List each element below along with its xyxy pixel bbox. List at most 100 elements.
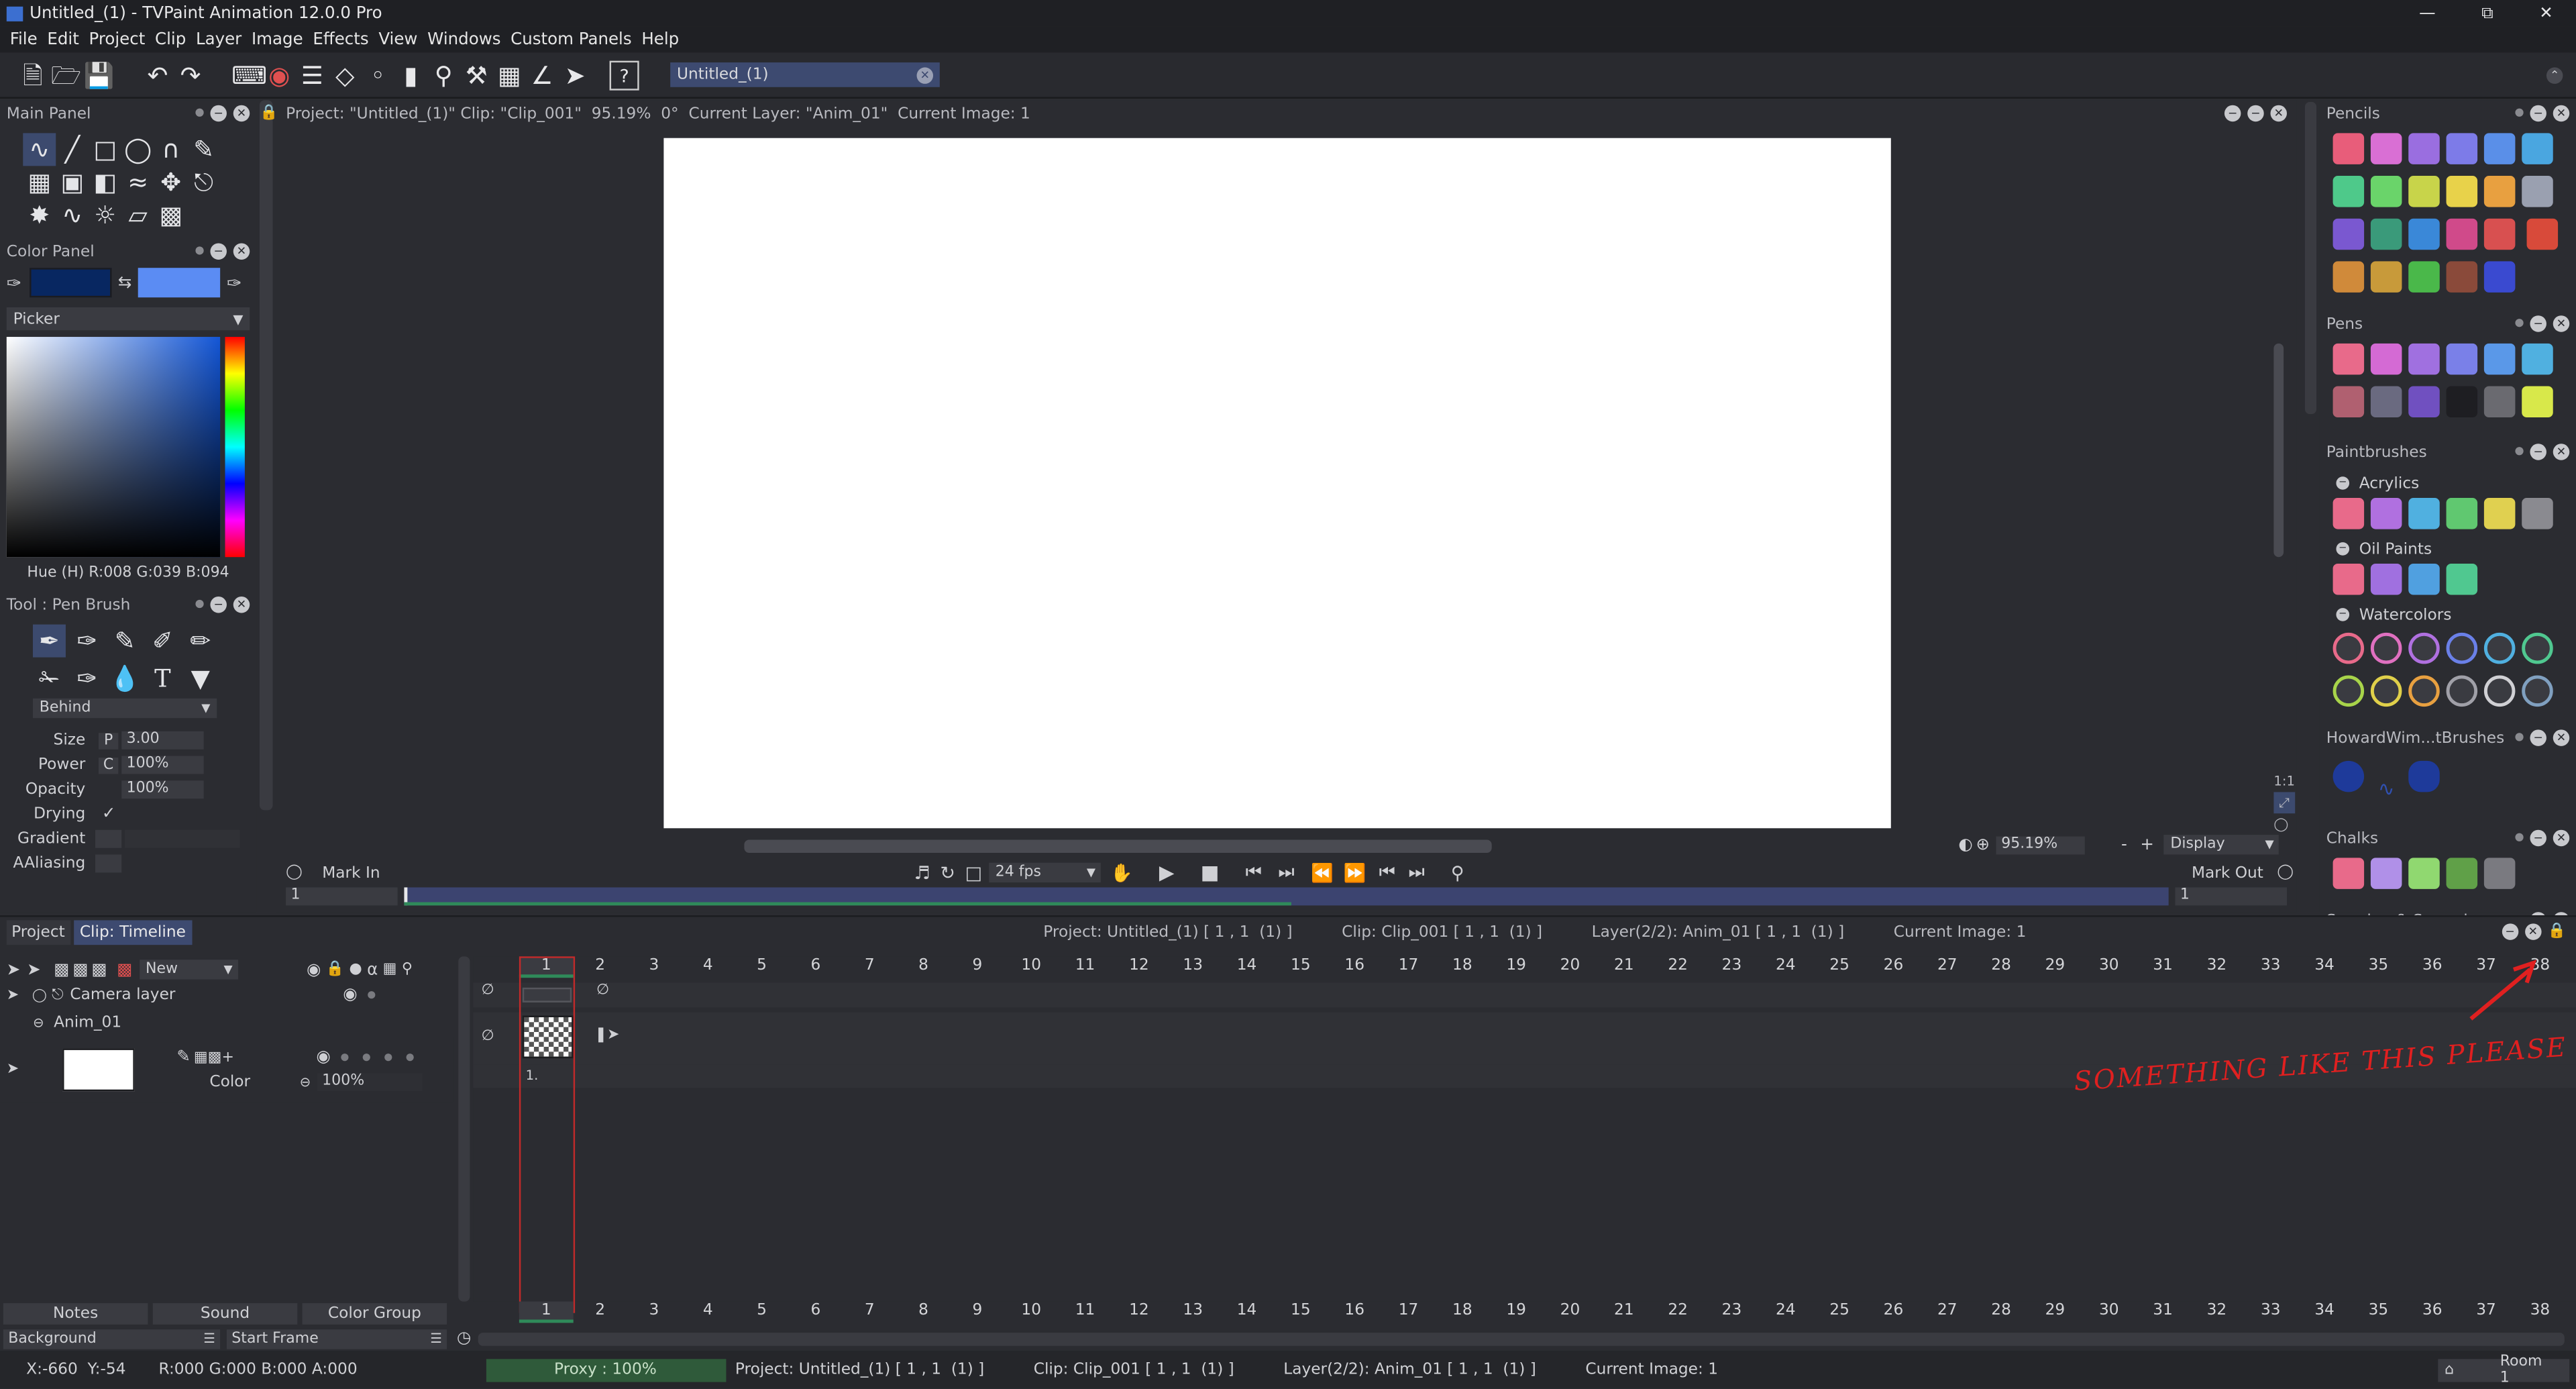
frame-number[interactable]: 24 [1758, 956, 1813, 974]
frame-number[interactable]: 3 [2567, 956, 2576, 974]
first-frame-icon[interactable]: ⏮ [1246, 861, 1262, 884]
alpha-icon[interactable]: α [367, 960, 378, 978]
acrylic-brush-icon[interactable] [2483, 498, 2516, 529]
frame-number[interactable]: 36 [2405, 956, 2459, 974]
light-all-icon[interactable]: ● [350, 962, 362, 978]
frame-number[interactable]: 6 [789, 1302, 843, 1320]
frame-number[interactable]: 14 [1220, 956, 1274, 974]
panel-close-icon[interactable]: ✕ [2553, 105, 2570, 122]
canvas-vertical-scrollbar[interactable] [2273, 343, 2284, 558]
background-dropdown[interactable]: Background ☰ [3, 1329, 221, 1349]
layer-pencil-icon[interactable]: ✎ [176, 1048, 191, 1066]
ellipse-tool-icon[interactable]: ◯ [121, 133, 154, 166]
panel-close-icon[interactable]: ✕ [2553, 444, 2570, 460]
frame-number[interactable]: 10 [1004, 1302, 1059, 1320]
oil-brush-icon[interactable] [2332, 564, 2365, 595]
zoom-icon[interactable]: ⚲ [429, 60, 458, 89]
watercolor-brush-icon[interactable] [2332, 675, 2365, 707]
mark-in-field[interactable]: 1 [286, 887, 398, 906]
pencil-brush-icon[interactable] [2370, 218, 2402, 250]
frame-number[interactable]: 24 [1758, 1302, 1813, 1320]
layer-folder-icon[interactable]: ▩ [72, 960, 88, 978]
panel-close-icon[interactable]: ✕ [233, 243, 250, 260]
layer-delete-icon[interactable]: ▩ [117, 960, 132, 978]
display-dropdown[interactable]: Display ▼ [2163, 835, 2279, 855]
toolbar-collapse-icon[interactable]: ⌃ [2546, 66, 2563, 83]
frame-number[interactable]: 36 [2405, 1302, 2459, 1320]
new-file-icon[interactable]: 🗎 [18, 60, 48, 89]
stamp-tool-icon[interactable]: ☼ [89, 199, 121, 232]
camera-tool-icon[interactable]: ⎋ [187, 166, 220, 199]
frame-number[interactable]: 20 [1543, 956, 1597, 974]
hand-icon[interactable]: ✋ [1110, 862, 1133, 884]
prev-frame-icon[interactable]: ⏪ [1311, 862, 1334, 884]
help-icon[interactable]: ? [609, 60, 639, 90]
project-tab[interactable]: Untitled_(1) ✕ [670, 62, 940, 87]
frame-number[interactable]: 26 [1866, 956, 1921, 974]
pen-brush-icon[interactable] [2522, 386, 2553, 418]
frame-number[interactable]: 31 [2136, 956, 2190, 974]
pen-brush-icon[interactable] [2522, 343, 2553, 375]
menu-project[interactable]: Project [89, 30, 146, 48]
frame-number[interactable]: 17 [1381, 1302, 1436, 1320]
custom-brush-icon[interactable] [2332, 760, 2365, 792]
frame-number[interactable]: 16 [1328, 956, 1382, 974]
panel-minimize-icon[interactable]: − [210, 243, 227, 260]
panel-pin-icon[interactable] [195, 108, 204, 117]
layers-icon[interactable]: ◇ [330, 60, 360, 89]
canvas-pin-icon[interactable]: − [2224, 105, 2241, 122]
drawing-canvas[interactable] [663, 138, 1891, 829]
frame-number[interactable]: 19 [1489, 1302, 1544, 1320]
frame-number[interactable]: 4 [681, 1302, 735, 1320]
pencil-brush-icon[interactable] [2483, 133, 2516, 164]
clock-icon[interactable]: ◷ [457, 1329, 471, 1347]
panel-minimize-icon[interactable]: − [2530, 105, 2546, 122]
pen-brush-icon[interactable]: ✒ [32, 624, 66, 658]
frame-number[interactable]: 13 [1166, 1302, 1220, 1320]
fps-dropdown[interactable]: 24 fps ▼ [988, 862, 1101, 883]
pencil-brush-icon[interactable] [2332, 176, 2365, 207]
pen-brush-icon[interactable] [2370, 386, 2402, 418]
chalk-brush-icon[interactable] [2408, 858, 2440, 889]
watercolor-brush-icon[interactable] [2408, 632, 2440, 664]
pencil-brush-icon[interactable] [2446, 133, 2478, 164]
panel-pin-icon[interactable] [2515, 319, 2524, 327]
canvas-lock-icon[interactable]: 🔒 [260, 105, 278, 121]
gradient-toggle[interactable] [95, 829, 122, 848]
frame-number[interactable]: 11 [1058, 956, 1112, 974]
frame-number[interactable]: 17 [1381, 956, 1436, 974]
maximize-icon[interactable]: ⧉ [2481, 4, 2493, 22]
pencil-brush-icon[interactable] [2446, 218, 2478, 250]
frame-number[interactable]: 9 [950, 956, 1004, 974]
layer-opacity-icon[interactable]: ⊖ [300, 1075, 311, 1090]
watercolor-brush-icon[interactable] [2483, 632, 2516, 664]
frame-number[interactable]: 9 [950, 1302, 1004, 1320]
chalk-brush-icon[interactable] [2332, 858, 2365, 889]
redo-icon[interactable]: ↷ [176, 60, 205, 89]
freehand-tool-icon[interactable]: ∿ [23, 133, 56, 166]
panel-minimize-icon[interactable]: − [2530, 444, 2546, 460]
frame-number[interactable]: 31 [2136, 1302, 2190, 1320]
frame-number[interactable]: 5 [735, 956, 789, 974]
size-field[interactable]: 3.00 [121, 731, 204, 750]
canvas-horizontal-scrollbar[interactable] [744, 839, 1492, 854]
frame-number[interactable]: 21 [1597, 956, 1651, 974]
opacity-field[interactable]: 100% [121, 780, 204, 799]
timeline-horizontal-scrollbar[interactable] [478, 1331, 2565, 1345]
frame-number[interactable]: 19 [1489, 956, 1544, 974]
panel-minimize-icon[interactable]: − [2530, 315, 2546, 332]
menu-help[interactable]: Help [641, 30, 679, 48]
canvas-minimize-icon[interactable]: − [2247, 105, 2264, 122]
frame-number[interactable]: 27 [1920, 1302, 1974, 1320]
airbrush-icon[interactable]: ✑ [70, 625, 103, 658]
frame-number[interactable]: 3 [2567, 1302, 2576, 1320]
play-icon[interactable]: ▶ [1159, 861, 1175, 884]
graph-icon[interactable]: ∠ [527, 60, 557, 89]
pen-brush-icon[interactable] [2332, 343, 2365, 375]
smudge-icon[interactable]: ✑ [70, 662, 103, 695]
save-icon[interactable]: 💾 [84, 60, 115, 89]
acrylic-brush-icon[interactable] [2408, 498, 2440, 529]
mark-out-field[interactable]: 1 [2175, 887, 2288, 906]
frame-number[interactable]: 13 [1166, 956, 1220, 974]
start-frame-dropdown[interactable]: Start Frame ☰ [226, 1329, 447, 1349]
